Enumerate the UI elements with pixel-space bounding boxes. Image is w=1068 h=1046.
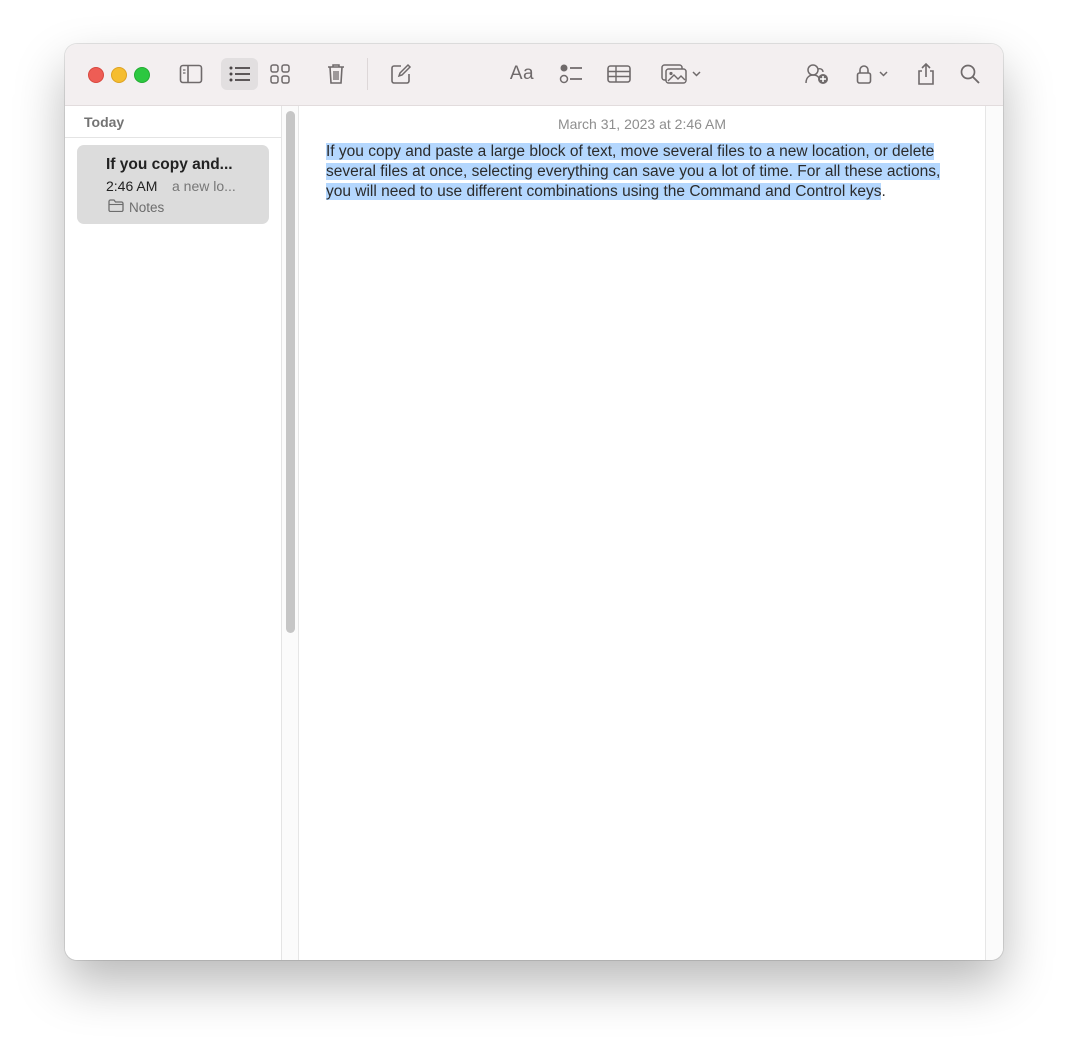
zoom-button[interactable]: [134, 67, 150, 83]
collaborate-icon: [804, 63, 830, 85]
table-button[interactable]: [601, 58, 637, 90]
share-icon: [916, 62, 936, 86]
editor-right-gutter: [985, 106, 1003, 960]
sidebar-toggle-icon: [179, 64, 203, 84]
note-body-text[interactable]: If you copy and paste a large block of t…: [326, 142, 966, 202]
media-button[interactable]: [653, 58, 709, 90]
gallery-view-icon: [270, 64, 290, 84]
search-button[interactable]: [953, 58, 987, 90]
note-folder: Notes: [108, 199, 164, 215]
search-icon: [960, 64, 980, 84]
sidebar-scrollbar[interactable]: [282, 106, 299, 960]
lock-button[interactable]: [849, 58, 895, 90]
note-folder-label: Notes: [129, 199, 165, 215]
minimize-button[interactable]: [111, 67, 127, 83]
table-icon: [607, 65, 631, 83]
trash-icon: [327, 63, 345, 85]
toolbar-divider: [367, 58, 368, 90]
checklist-icon: [559, 63, 583, 85]
trailing-text[interactable]: .: [881, 183, 885, 200]
sidebar-toggle-button[interactable]: [173, 58, 209, 90]
checklist-button[interactable]: [553, 58, 589, 90]
folder-icon: [108, 199, 124, 215]
format-button[interactable]: Aa: [503, 58, 541, 90]
list-view-icon: [229, 66, 251, 82]
note-preview: a new lo...: [172, 178, 236, 194]
toolbar: Aa: [65, 44, 1003, 106]
section-header-today: Today: [84, 114, 125, 130]
sidebar-divider: [65, 137, 281, 138]
selected-text[interactable]: If you copy and paste a large block of t…: [326, 143, 941, 200]
media-icon: [661, 64, 687, 84]
scrollbar-thumb[interactable]: [286, 111, 295, 633]
compose-icon: [390, 63, 412, 85]
gallery-view-button[interactable]: [263, 58, 297, 90]
notes-list-sidebar: Today If you copy and... 2:46 AM a new l…: [65, 106, 282, 960]
close-button[interactable]: [88, 67, 104, 83]
new-note-button[interactable]: [383, 58, 419, 90]
format-label: Aa: [509, 63, 535, 84]
lock-icon: [856, 64, 872, 84]
note-date: March 31, 2023 at 2:46 AM: [557, 116, 727, 132]
chevron-down-icon: [879, 71, 888, 77]
notes-window: Aa Today If you copy and... 2:46 AM a ne…: [65, 44, 1003, 960]
note-title: If you copy and...: [106, 156, 233, 173]
chevron-down-icon: [692, 71, 701, 77]
list-view-button[interactable]: [221, 58, 258, 90]
share-button[interactable]: [909, 58, 943, 90]
collaborate-button[interactable]: [799, 58, 835, 90]
note-time: 2:46 AM: [106, 178, 158, 194]
delete-button[interactable]: [319, 58, 353, 90]
note-editor[interactable]: March 31, 2023 at 2:46 AM If you copy an…: [299, 106, 985, 960]
note-list-item[interactable]: If you copy and... 2:46 AM a new lo... N…: [77, 145, 269, 224]
